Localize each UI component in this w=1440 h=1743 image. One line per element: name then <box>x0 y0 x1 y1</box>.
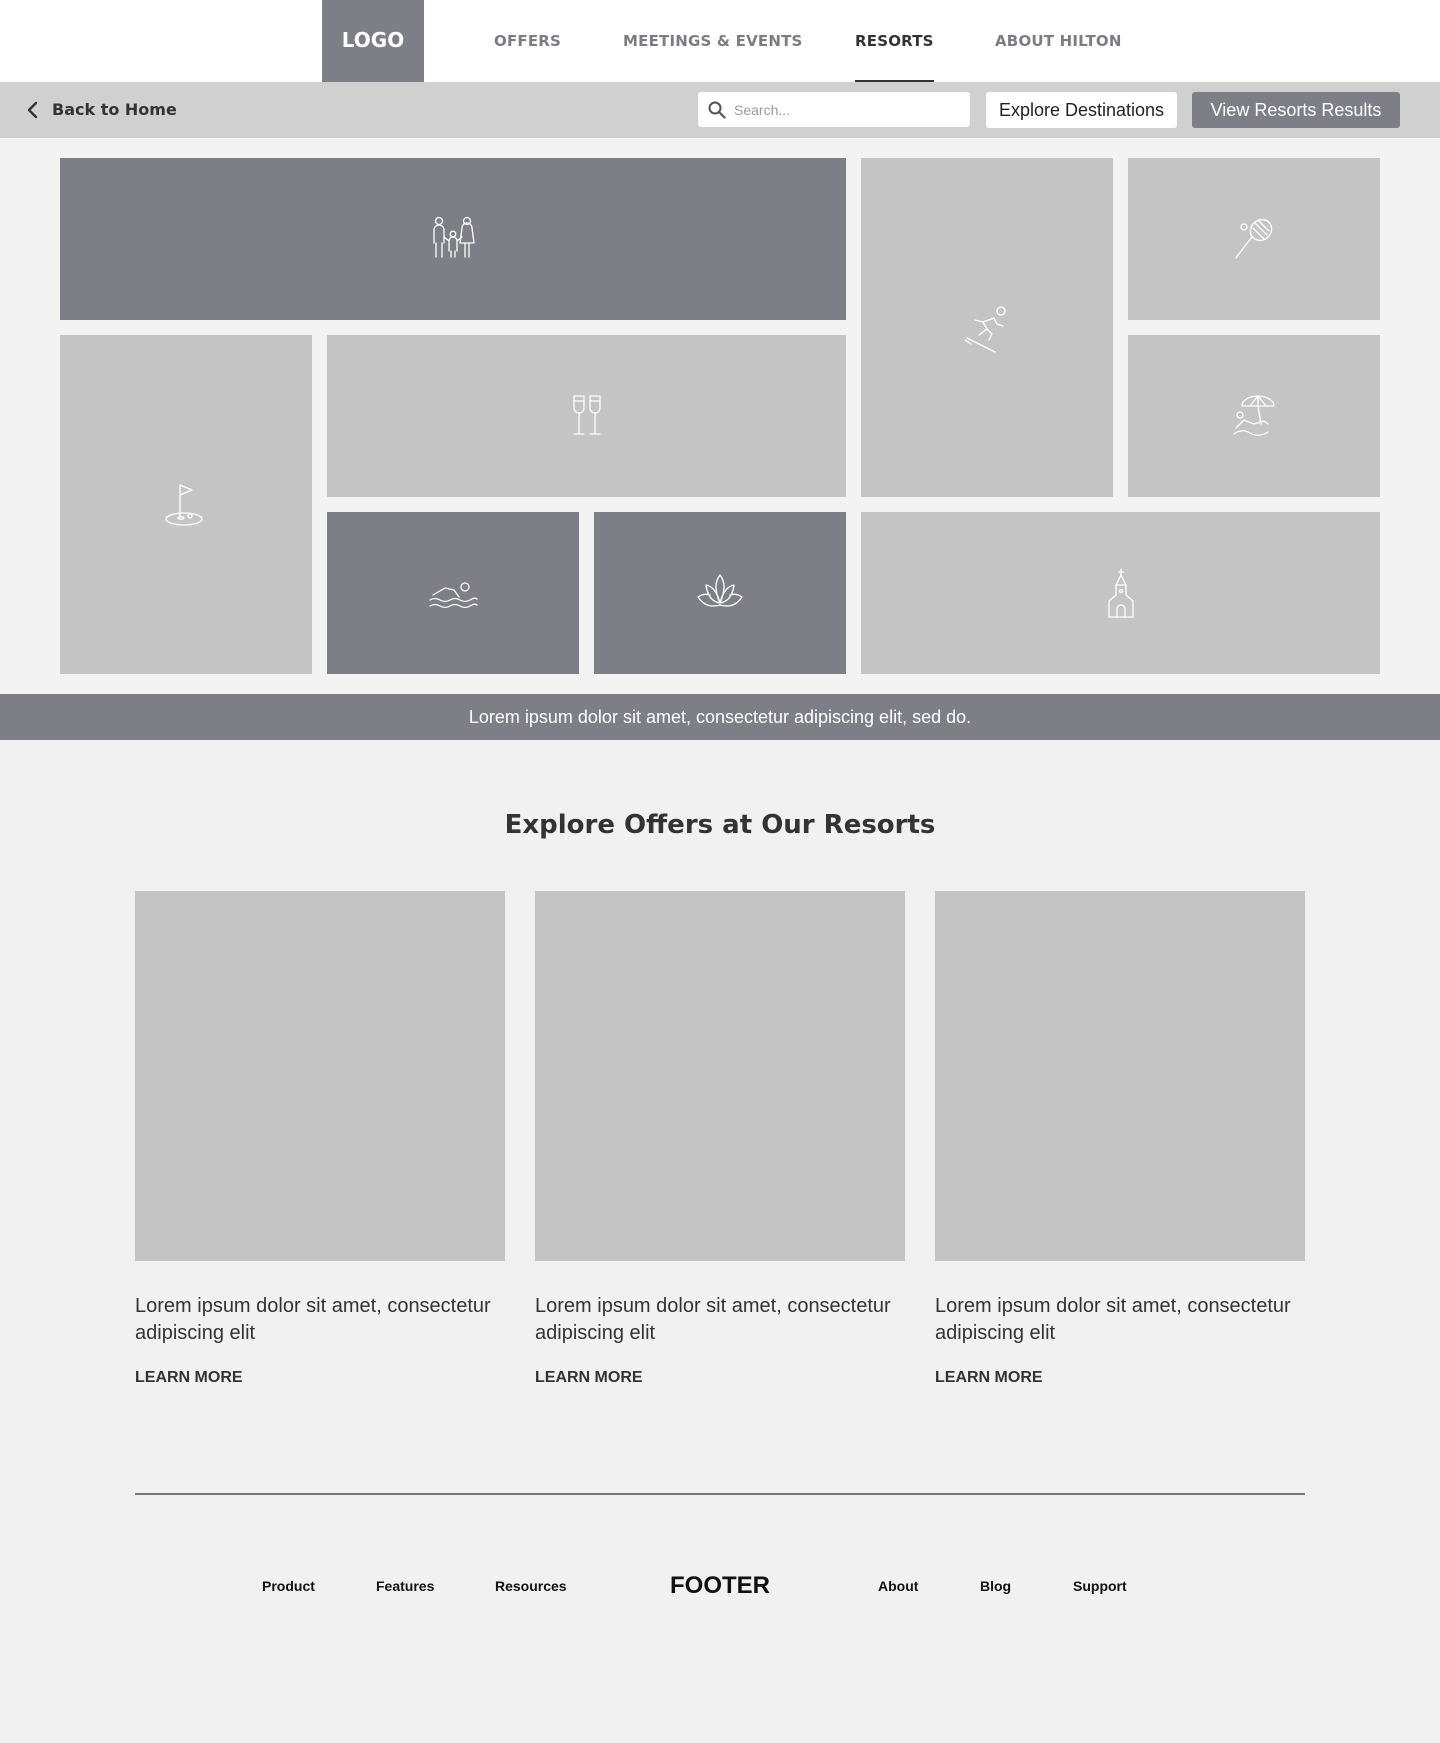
tile-family[interactable] <box>60 158 846 320</box>
chapel-icon <box>1107 568 1134 618</box>
tile-tennis[interactable] <box>1128 158 1380 320</box>
explore-destinations-button[interactable]: Explore Destinations <box>986 92 1177 128</box>
beach-icon <box>1233 395 1275 436</box>
resort-activity-grid <box>0 138 1440 694</box>
offers-section-title: Explore Offers at Our Resorts <box>504 810 936 840</box>
offer-card: Lorem ipsum dolor sit amet, consectetur … <box>135 891 505 1387</box>
footer-link-about[interactable]: About <box>878 1578 918 1594</box>
search-input[interactable] <box>734 101 954 118</box>
nav-about-hilton[interactable]: ABOUT HILTON <box>995 32 1122 82</box>
tile-wedding-chapel[interactable] <box>861 512 1380 674</box>
back-to-home-link[interactable]: Back to Home <box>26 100 177 119</box>
footer-link-resources[interactable]: Resources <box>495 1578 567 1594</box>
back-to-home-label: Back to Home <box>52 100 177 119</box>
footer-link-blog[interactable]: Blog <box>980 1578 1011 1594</box>
offer-card: Lorem ipsum dolor sit amet, consectetur … <box>935 891 1305 1387</box>
learn-more-link[interactable]: LEARN MORE <box>935 1369 1043 1387</box>
offer-card-text: Lorem ipsum dolor sit amet, consectetur … <box>535 1295 891 1344</box>
family-icon <box>433 216 475 258</box>
nav-offers[interactable]: OFFERS <box>494 32 561 82</box>
golf-icon <box>165 483 203 526</box>
skiing-icon <box>964 305 1006 353</box>
footer-link-support[interactable]: Support <box>1073 1578 1127 1594</box>
tile-beach[interactable] <box>1128 335 1380 497</box>
search-box <box>698 92 970 127</box>
swimming-icon <box>429 582 478 609</box>
learn-more-link[interactable]: LEARN MORE <box>135 1369 243 1387</box>
nav-resorts[interactable]: RESORTS <box>855 32 934 82</box>
learn-more-link[interactable]: LEARN MORE <box>535 1369 643 1387</box>
tile-skiing[interactable] <box>861 158 1113 497</box>
lotus-spa-icon <box>697 574 743 607</box>
tile-swimming[interactable] <box>327 512 579 674</box>
footer-link-product[interactable]: Product <box>262 1578 315 1594</box>
search-icon <box>708 101 726 119</box>
offer-card-image[interactable] <box>935 891 1305 1261</box>
offer-card-image[interactable] <box>135 891 505 1261</box>
offer-card-text: Lorem ipsum dolor sit amet, consectetur … <box>135 1295 491 1344</box>
footer-divider <box>135 1493 1305 1495</box>
sub-bar: Back to Home Explore Destinations View R… <box>0 82 1440 138</box>
offer-card-image[interactable] <box>535 891 905 1261</box>
promo-banner: Lorem ipsum dolor sit amet, consectetur … <box>0 694 1440 740</box>
offer-card: Lorem ipsum dolor sit amet, consectetur … <box>535 891 905 1387</box>
footer-link-features[interactable]: Features <box>376 1578 434 1594</box>
tile-champagne[interactable] <box>327 335 846 497</box>
offer-card-text: Lorem ipsum dolor sit amet, consectetur … <box>935 1295 1291 1344</box>
top-navigation: LOGO OFFERS MEETINGS & EVENTS RESORTS AB… <box>0 0 1440 82</box>
nav-meetings-events[interactable]: MEETINGS & EVENTS <box>623 32 803 82</box>
logo[interactable]: LOGO <box>322 0 424 82</box>
tile-spa[interactable] <box>594 512 846 674</box>
chevron-left-icon <box>27 101 38 118</box>
tile-golf[interactable] <box>60 335 312 674</box>
view-resorts-results-button[interactable]: View Resorts Results <box>1192 92 1400 128</box>
tennis-icon <box>1235 218 1273 259</box>
champagne-icon <box>572 395 601 435</box>
footer-title: FOOTER <box>670 1572 770 1599</box>
